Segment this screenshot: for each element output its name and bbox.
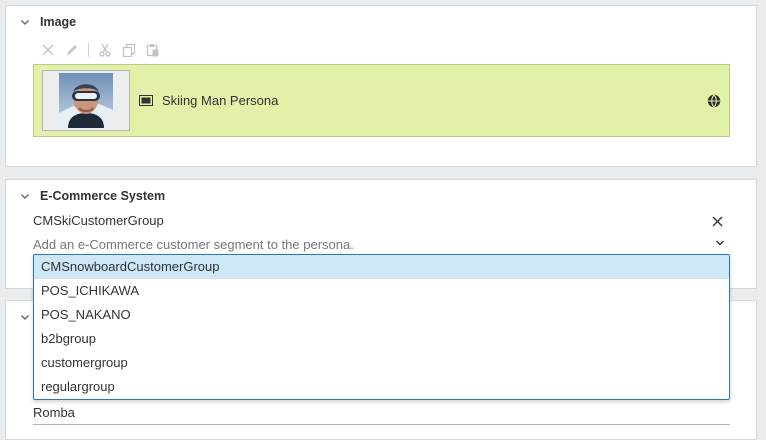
globe-icon (707, 94, 721, 108)
toolbar-separator (88, 43, 89, 57)
panel-title: Image (40, 15, 77, 29)
persona-name: Skiing Man Persona (162, 93, 279, 108)
scissors-icon[interactable] (96, 41, 114, 59)
pencil-icon[interactable] (63, 41, 81, 59)
ecommerce-panel-header[interactable]: E-Commerce System (18, 187, 165, 205)
dropdown-option[interactable]: customergroup (34, 351, 729, 375)
panel-title: E-Commerce System (40, 189, 166, 203)
image-panel: Image Skiing Man Persona (5, 5, 757, 167)
chevron-down-icon[interactable] (18, 310, 32, 324)
picture-type-icon (139, 95, 153, 106)
dropdown-option[interactable]: regulargroup (34, 375, 729, 399)
customer-segment-placeholder[interactable]: Add an e-Commerce customer segment to th… (33, 237, 354, 252)
image-toolbar (39, 41, 162, 59)
dropdown-option[interactable]: POS_NAKANO (34, 303, 729, 327)
customer-group-value: CMSkiCustomerGroup (33, 213, 164, 228)
copy-icon[interactable] (120, 41, 138, 59)
image-panel-header[interactable]: Image (18, 13, 76, 31)
close-icon[interactable] (712, 216, 723, 227)
persona-thumbnail (42, 70, 130, 131)
paste-icon[interactable] (144, 41, 162, 59)
chevron-down-icon[interactable] (18, 189, 32, 203)
customer-group-dropdown[interactable]: CMSnowboardCustomerGroup POS_ICHIKAWA PO… (33, 254, 730, 400)
persona-image-item[interactable]: Skiing Man Persona (33, 64, 730, 137)
chevron-down-icon[interactable] (715, 239, 725, 247)
dropdown-option[interactable]: POS_ICHIKAWA (34, 279, 729, 303)
dropdown-option-selected[interactable]: CMSnowboardCustomerGroup (34, 255, 729, 279)
close-icon[interactable] (39, 41, 57, 59)
dropdown-option[interactable]: b2bgroup (34, 327, 729, 351)
chevron-down-icon[interactable] (18, 15, 32, 29)
field-underline (33, 424, 730, 425)
romba-field-value[interactable]: Romba (33, 405, 75, 420)
